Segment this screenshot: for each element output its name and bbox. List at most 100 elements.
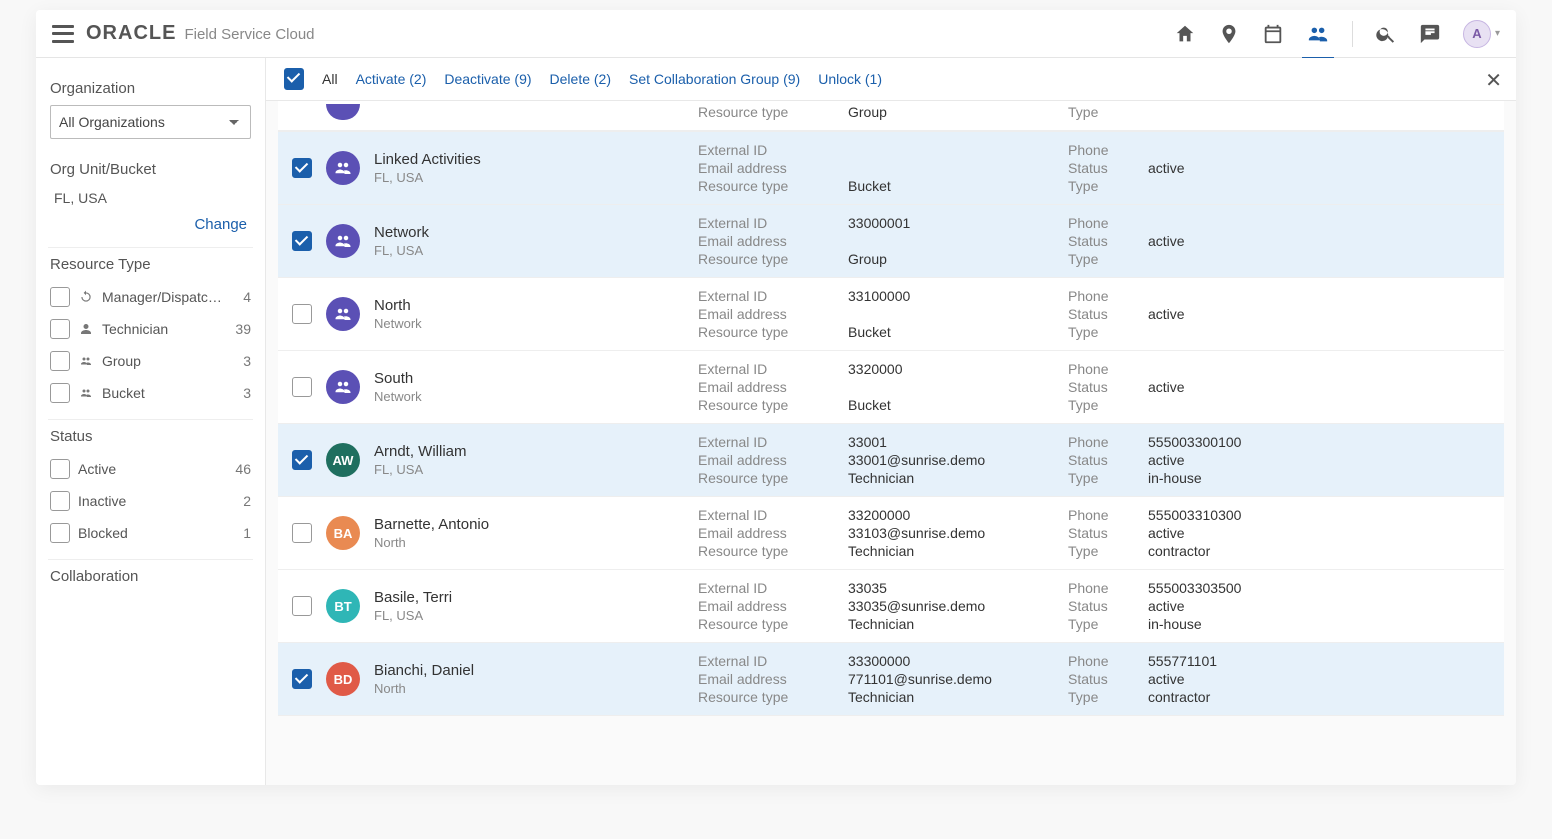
filter-count: 39 — [235, 321, 251, 337]
field-label: Resource type — [698, 324, 848, 340]
filter-checkbox[interactable] — [50, 351, 70, 371]
avatar: BA — [326, 516, 360, 550]
field-label: Resource type — [698, 397, 848, 413]
filter-checkbox[interactable] — [50, 383, 70, 403]
table-row[interactable]: NorthNetworkExternal ID33100000PhoneEmai… — [278, 278, 1504, 351]
menu-icon[interactable] — [52, 25, 74, 43]
filter-checkbox[interactable] — [50, 523, 70, 543]
field-value: Bucket — [848, 397, 1068, 413]
row-checkbox[interactable] — [292, 669, 312, 689]
field-value — [1148, 324, 1328, 340]
field-label: Status — [1068, 160, 1148, 176]
resource-name: Barnette, Antonio — [374, 516, 684, 533]
filter-label: Blocked — [78, 525, 128, 541]
user-menu[interactable]: A ▾ — [1463, 20, 1500, 48]
table-row[interactable]: BABarnette, AntonioNorthExternal ID33200… — [278, 497, 1504, 570]
action-activate[interactable]: Activate (2) — [356, 71, 427, 87]
field-value: active — [1148, 452, 1328, 468]
field-label: External ID — [698, 288, 848, 304]
row-checkbox[interactable] — [292, 231, 312, 251]
group-icon — [326, 151, 360, 185]
calendar-icon[interactable] — [1262, 23, 1284, 45]
field-label: Resource type — [698, 543, 848, 559]
filter-row: Technician 39 — [50, 313, 251, 345]
field-value: 33035 — [848, 580, 1068, 596]
filter-row: Inactive2 — [50, 485, 251, 517]
field-label: Phone — [1068, 361, 1148, 377]
field-label: Email address — [698, 306, 848, 322]
sidebar: Organization All Organizations Org Unit/… — [36, 58, 266, 785]
avatar: AW — [326, 443, 360, 477]
field-value: 33001@sunrise.demo — [848, 452, 1068, 468]
filter-label: Active — [78, 461, 116, 477]
resource-sub: North — [374, 535, 684, 550]
action-deactivate[interactable]: Deactivate (9) — [444, 71, 531, 87]
change-link[interactable]: Change — [50, 208, 251, 247]
field-value: Group — [848, 104, 1068, 120]
location-icon[interactable] — [1218, 23, 1240, 45]
close-icon[interactable]: ✕ — [1485, 68, 1502, 93]
table-row[interactable]: NetworkFL, USAExternal ID33000001PhoneEm… — [278, 205, 1504, 278]
table-row[interactable]: BTBasile, TerriFL, USAExternal ID33035Ph… — [278, 570, 1504, 643]
field-value — [848, 379, 1068, 395]
filter-count: 4 — [243, 289, 251, 305]
action-unlock[interactable]: Unlock (1) — [818, 71, 882, 87]
filter-checkbox[interactable] — [50, 459, 70, 479]
field-label: Phone — [1068, 507, 1148, 523]
field-value: in-house — [1148, 616, 1328, 632]
filter-label: Technician — [102, 321, 168, 337]
action-all: All — [322, 71, 338, 87]
resources-icon[interactable] — [1306, 23, 1330, 45]
cycle-icon — [78, 289, 94, 305]
chat-icon[interactable] — [1419, 23, 1441, 45]
filter-checkbox[interactable] — [50, 319, 70, 339]
row-checkbox[interactable] — [292, 450, 312, 470]
topbar: ORACLE Field Service Cloud — [36, 10, 1516, 58]
search-icon[interactable] — [1375, 23, 1397, 45]
field-label: Status — [1068, 598, 1148, 614]
row-checkbox[interactable] — [292, 158, 312, 178]
table-row: x Resource type Group Type — [278, 101, 1504, 131]
field-label: External ID — [698, 507, 848, 523]
organization-select[interactable]: All Organizations — [50, 105, 251, 139]
table-row[interactable]: Linked ActivitiesFL, USAExternal IDPhone… — [278, 131, 1504, 205]
divider — [48, 559, 253, 560]
resource-list[interactable]: x Resource type Group Type Linked Activi… — [266, 101, 1516, 785]
resource-name: South — [374, 370, 684, 387]
organization-label: Organization — [50, 80, 251, 97]
filter-checkbox[interactable] — [50, 287, 70, 307]
field-value — [1148, 397, 1328, 413]
field-label: Resource type — [698, 104, 848, 120]
filter-count: 3 — [243, 353, 251, 369]
avatar: BD — [326, 662, 360, 696]
filter-label: Group — [102, 353, 141, 369]
filter-row: Active46 — [50, 453, 251, 485]
select-all-checkbox[interactable] — [284, 68, 304, 90]
field-value — [848, 306, 1068, 322]
row-checkbox[interactable] — [292, 596, 312, 616]
field-value: Bucket — [848, 178, 1068, 194]
resource-sub: North — [374, 681, 684, 696]
field-label: Email address — [698, 379, 848, 395]
row-checkbox[interactable] — [292, 523, 312, 543]
brand: ORACLE Field Service Cloud — [86, 22, 315, 45]
filter-row: Blocked1 — [50, 517, 251, 549]
table-row[interactable]: AWArndt, WilliamFL, USAExternal ID33001P… — [278, 424, 1504, 497]
field-label: Status — [1068, 233, 1148, 249]
field-value: Group — [848, 251, 1068, 267]
field-value: contractor — [1148, 543, 1328, 559]
action-delete[interactable]: Delete (2) — [550, 71, 611, 87]
row-checkbox[interactable] — [292, 304, 312, 324]
table-row[interactable]: BDBianchi, DanielNorthExternal ID3330000… — [278, 643, 1504, 716]
field-value: 3320000 — [848, 361, 1068, 377]
home-icon[interactable] — [1174, 23, 1196, 45]
field-value — [1148, 361, 1328, 377]
field-label: Email address — [698, 160, 848, 176]
table-row[interactable]: SouthNetworkExternal ID3320000PhoneEmail… — [278, 351, 1504, 424]
resource-type-label: Resource Type — [50, 256, 251, 273]
action-set-collab[interactable]: Set Collaboration Group (9) — [629, 71, 800, 87]
row-checkbox[interactable] — [292, 377, 312, 397]
field-value — [1148, 178, 1328, 194]
filter-checkbox[interactable] — [50, 491, 70, 511]
field-value: 771101@sunrise.demo — [848, 671, 1068, 687]
